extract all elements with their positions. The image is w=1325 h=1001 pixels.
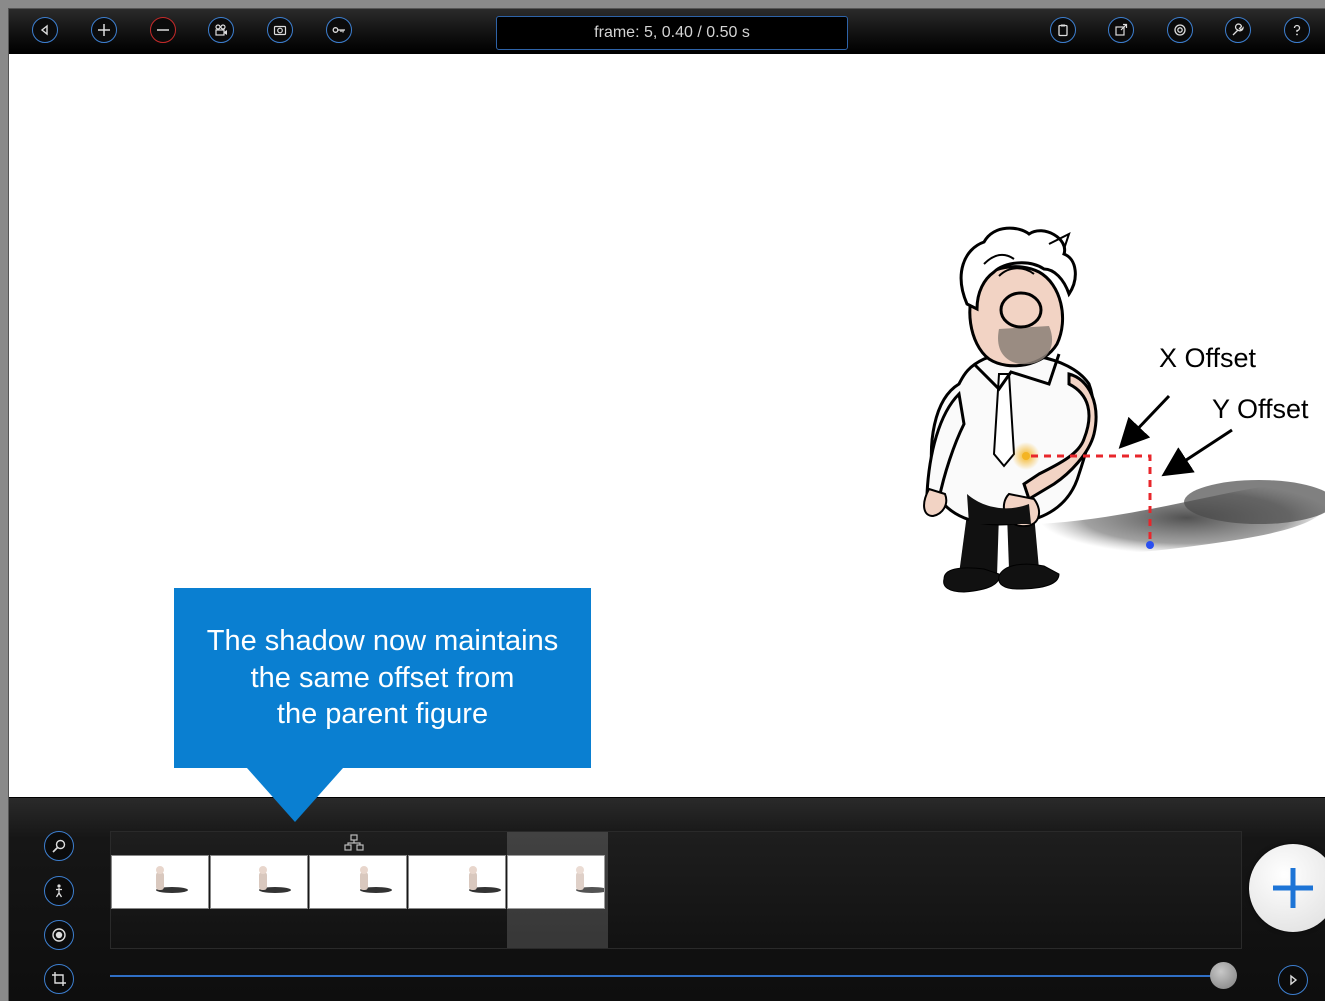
timeline-scrubber-track[interactable]: [110, 975, 1225, 977]
zoom-button[interactable]: [44, 831, 74, 861]
settings-icon: [1174, 24, 1186, 36]
export-icon: [1115, 23, 1128, 36]
frame-readout: frame: 5, 0.40 / 0.50 s: [496, 16, 848, 50]
x-offset-arrow: [1118, 394, 1171, 449]
clipboard-icon: [1058, 24, 1068, 37]
tutorial-callout: The shadow now maintains the same offset…: [174, 588, 591, 768]
key-button[interactable]: [326, 17, 352, 43]
frame-thumbnail-1[interactable]: [111, 855, 209, 909]
onion-skin-button[interactable]: [44, 920, 74, 950]
y-offset-label: Y Offset: [1212, 394, 1309, 424]
frame-thumb-figure: [469, 866, 501, 893]
top-toolbar: frame: 5, 0.40 / 0.50 s: [9, 9, 1325, 54]
tools-button[interactable]: [1225, 17, 1251, 43]
y-offset-arrow: [1161, 428, 1233, 477]
help-icon: [1293, 24, 1301, 36]
callout-line-2: the same offset from: [250, 661, 515, 694]
figure-button[interactable]: [44, 876, 74, 906]
help-button[interactable]: [1284, 17, 1310, 43]
frame-thumbnail-2[interactable]: [210, 855, 308, 909]
minus-icon: [157, 29, 169, 31]
onion-skin-icon: [52, 928, 66, 942]
movie-camera-button[interactable]: [208, 17, 234, 43]
camera-button[interactable]: [267, 17, 293, 43]
plus-icon: [1273, 868, 1313, 908]
callout-line-3: the parent figure: [276, 698, 489, 730]
export-button[interactable]: [1108, 17, 1134, 43]
shadow-pivot[interactable]: [1146, 541, 1154, 549]
app-window: frame: 5, 0.40 / 0.50 s X Offset Y Offse…: [8, 8, 1325, 1001]
crop-button[interactable]: [44, 964, 74, 994]
back-icon: [40, 24, 48, 36]
add-icon: [98, 24, 110, 36]
figure-shadow[interactable]: [1039, 480, 1325, 555]
timeline-scrubber-knob[interactable]: [1210, 962, 1237, 989]
play-button[interactable]: [1278, 965, 1308, 995]
frame-thumb-figure: [259, 866, 291, 893]
zoom-icon: [52, 839, 66, 853]
play-icon: [1290, 974, 1298, 986]
settings-button[interactable]: [1167, 17, 1193, 43]
frame-thumb-figure: [360, 866, 392, 893]
frame-thumbnail-5[interactable]: [507, 855, 605, 909]
movie-camera-icon: [215, 24, 227, 36]
frame-thumbnail-3[interactable]: [309, 855, 407, 909]
x-offset-label: X Offset: [1159, 343, 1257, 373]
frame-thumbnail-4[interactable]: [408, 855, 506, 909]
back-button[interactable]: [32, 17, 58, 43]
delete-button[interactable]: [150, 17, 176, 43]
figure-icon: [55, 884, 63, 898]
callout-line-1: The shadow now maintains: [206, 625, 559, 657]
group-icon: [344, 834, 364, 851]
timeline-panel: [9, 797, 1325, 1001]
wrench-icon: [1232, 23, 1244, 36]
clipboard-button[interactable]: [1050, 17, 1076, 43]
frame-track[interactable]: [110, 831, 1242, 949]
callout-pointer: [247, 768, 343, 822]
camera-icon: [273, 25, 287, 36]
add-button[interactable]: [91, 17, 117, 43]
add-frame-button[interactable]: [1249, 844, 1325, 932]
frame-thumb-figure: [156, 866, 188, 893]
key-icon: [332, 27, 345, 33]
frame-thumb-figure: [576, 866, 604, 893]
crop-icon: [52, 972, 66, 986]
